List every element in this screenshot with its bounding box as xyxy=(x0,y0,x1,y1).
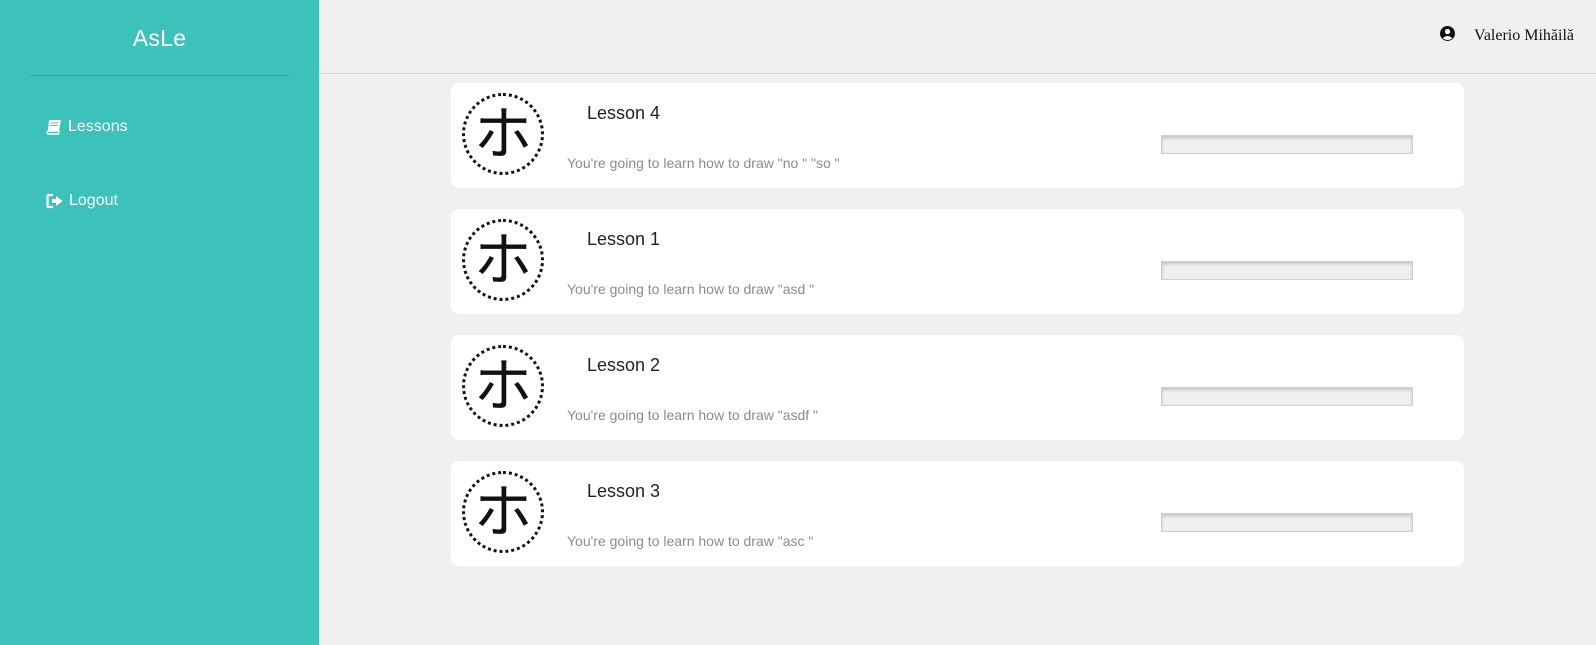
lesson-glyph-icon: ホ xyxy=(462,471,544,553)
lesson-progress-bar xyxy=(1161,513,1413,532)
lesson-card[interactable]: ホ Lesson 4 You're going to learn how to … xyxy=(451,83,1464,188)
lesson-title: Lesson 3 xyxy=(587,481,661,501)
sidebar: AsLe Lessons Logout xyxy=(0,0,319,645)
lesson-description: You're going to learn how to draw "asc " xyxy=(567,533,814,549)
lesson-title: Lesson 1 xyxy=(587,229,661,249)
lesson-card[interactable]: ホ Lesson 3 You're going to learn how to … xyxy=(451,461,1464,566)
lesson-card[interactable]: ホ Lesson 2 You're going to learn how to … xyxy=(451,335,1464,440)
sidebar-item-label: Logout xyxy=(69,192,118,209)
lesson-progress-bar xyxy=(1161,135,1413,154)
lesson-description: You're going to learn how to draw "asd " xyxy=(567,281,815,297)
lesson-glyph-icon: ホ xyxy=(462,93,544,175)
lesson-title: Lesson 4 xyxy=(587,103,661,123)
lesson-list: ホ Lesson 4 You're going to learn how to … xyxy=(451,83,1464,587)
lesson-progress-bar xyxy=(1161,387,1413,406)
lesson-card[interactable]: ホ Lesson 1 You're going to learn how to … xyxy=(451,209,1464,314)
lesson-glyph-icon: ホ xyxy=(462,219,544,301)
lesson-description: You're going to learn how to draw "asdf … xyxy=(567,407,819,423)
book-icon xyxy=(46,119,63,135)
lesson-glyph-icon: ホ xyxy=(462,345,544,427)
sidebar-item-lessons[interactable]: Lessons xyxy=(46,118,128,136)
user-circle-icon xyxy=(1439,25,1456,47)
top-bar: Valerio Mihăilă xyxy=(319,0,1596,74)
user-name: Valerio Mihăilă xyxy=(1474,27,1574,44)
lesson-description: You're going to learn how to draw "no " … xyxy=(567,155,840,171)
sign-out-icon xyxy=(46,193,64,209)
sidebar-item-label: Lessons xyxy=(68,118,128,135)
brand-logo[interactable]: AsLe xyxy=(0,0,319,75)
lesson-title: Lesson 2 xyxy=(587,355,661,375)
user-menu[interactable]: Valerio Mihăilă xyxy=(1439,25,1574,47)
lesson-progress-bar xyxy=(1161,261,1413,280)
sidebar-item-logout[interactable]: Logout xyxy=(46,192,118,210)
brand-divider xyxy=(30,75,289,76)
